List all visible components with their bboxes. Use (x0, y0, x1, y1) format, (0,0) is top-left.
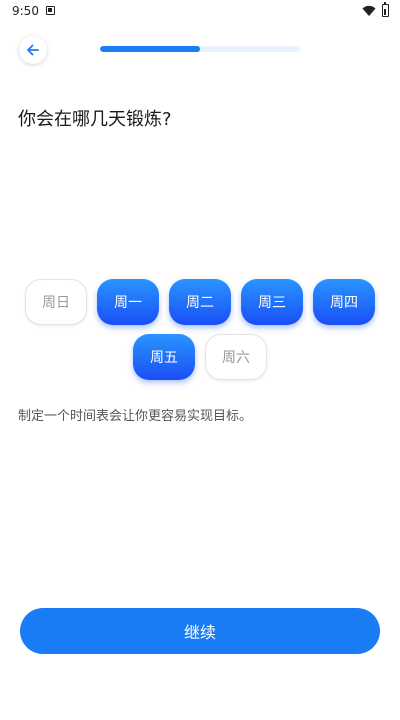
day-toggle[interactable]: 周日 (25, 279, 87, 325)
day-toggle[interactable]: 周六 (205, 334, 267, 380)
wifi-icon (362, 5, 376, 16)
arrow-left-icon (27, 44, 39, 56)
progress-bar (100, 46, 300, 52)
battery-icon (382, 2, 389, 17)
back-button[interactable] (19, 36, 47, 64)
page-title: 你会在哪几天锻炼? (18, 109, 172, 130)
status-time: 9:50 (12, 4, 39, 18)
continue-button[interactable]: 继续 (20, 608, 380, 654)
day-toggle[interactable]: 周四 (313, 279, 375, 325)
day-toggle[interactable]: 周二 (169, 279, 231, 325)
progress-fill (100, 46, 200, 52)
day-toggle[interactable]: 周一 (97, 279, 159, 325)
day-row-2: 周五 周六 (0, 334, 400, 380)
day-row-1: 周日 周一 周二 周三 周四 (0, 279, 400, 325)
status-bar: 9:50 (0, 0, 400, 24)
day-toggle[interactable]: 周五 (133, 334, 195, 380)
notification-icon (46, 6, 55, 15)
day-toggle[interactable]: 周三 (241, 279, 303, 325)
hint-text: 制定一个时间表会让你更容易实现目标。 (18, 409, 253, 424)
